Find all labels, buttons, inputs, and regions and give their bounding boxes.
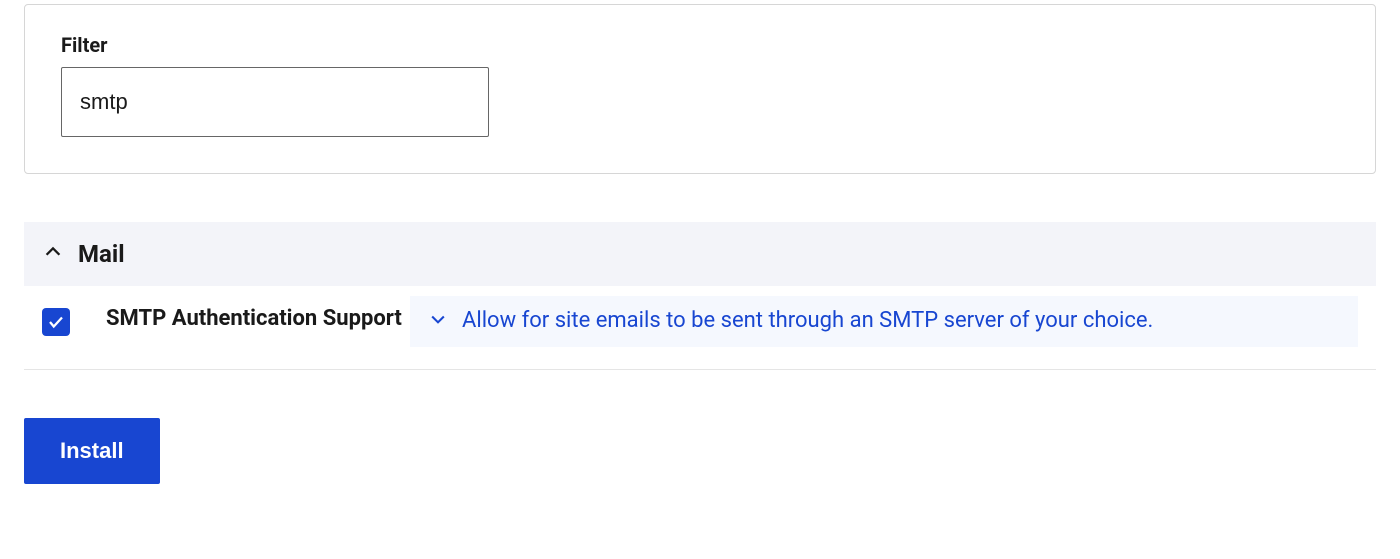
chevron-down-icon <box>428 309 448 333</box>
filter-input[interactable] <box>61 67 489 137</box>
module-name: SMTP Authentication Support <box>70 304 410 335</box>
chevron-up-icon <box>42 241 64 267</box>
filter-panel: Filter <box>24 4 1376 174</box>
module-description-toggle[interactable]: Allow for site emails to be sent through… <box>410 296 1358 347</box>
filter-label: Filter <box>61 33 1339 57</box>
section-header-mail[interactable]: Mail <box>24 222 1376 286</box>
module-description: Allow for site emails to be sent through… <box>462 306 1153 337</box>
install-button[interactable]: Install <box>24 418 160 484</box>
module-checkbox[interactable] <box>42 308 70 336</box>
module-row: SMTP Authentication Support Allow for si… <box>24 286 1376 370</box>
section-title: Mail <box>78 240 125 268</box>
